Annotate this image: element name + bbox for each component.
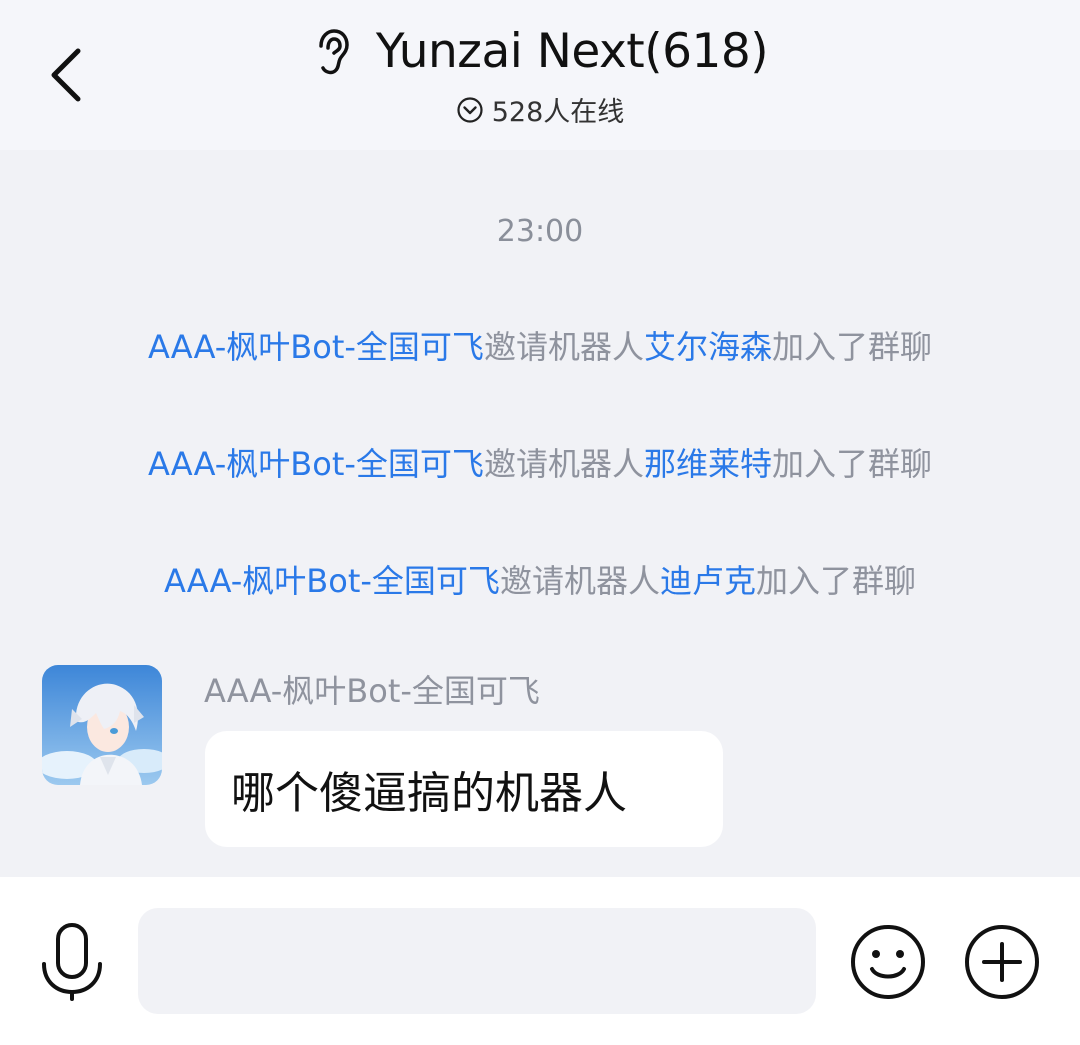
system-action-text: 邀请机器人 (483, 328, 644, 366)
plus-circle-icon (965, 925, 1039, 999)
system-result-text: 加入了群聊 (771, 328, 932, 366)
ear-icon (312, 27, 352, 77)
online-status[interactable]: 528人在线 (0, 90, 1080, 129)
plus-button[interactable] (962, 922, 1042, 1002)
invitee-link[interactable]: 那维莱特 (644, 445, 772, 483)
message-bubble[interactable]: 哪个傻逼搞的机器人 (205, 731, 723, 847)
chat-title: Yunzai Next(618) (375, 24, 769, 79)
system-message: AAA-枫叶Bot-全国可飞邀请机器人艾尔海森加入了群聊 (0, 322, 1080, 368)
chevron-down-circle-icon (457, 96, 483, 123)
voice-button[interactable] (32, 920, 112, 1004)
title-row[interactable]: Yunzai Next(618) (0, 24, 1080, 79)
system-message: AAA-枫叶Bot-全国可飞邀请机器人迪卢克加入了群聊 (0, 556, 1080, 602)
smiley-icon (851, 925, 925, 999)
inviter-link[interactable]: AAA-枫叶Bot-全国可飞 (164, 562, 500, 600)
invitee-link[interactable]: 迪卢克 (660, 562, 756, 600)
inviter-link[interactable]: AAA-枫叶Bot-全国可飞 (148, 328, 484, 366)
system-result-text: 加入了群聊 (771, 445, 932, 483)
emoji-button[interactable] (848, 922, 928, 1002)
system-result-text: 加入了群聊 (755, 562, 916, 600)
system-action-text: 邀请机器人 (499, 562, 660, 600)
message-text: 哪个傻逼搞的机器人 (231, 768, 627, 819)
sender-name[interactable]: AAA-枫叶Bot-全国可飞 (204, 666, 540, 712)
system-action-text: 邀请机器人 (483, 445, 644, 483)
system-message: AAA-枫叶Bot-全国可飞邀请机器人那维莱特加入了群聊 (0, 439, 1080, 485)
message-timestamp: 23:00 (496, 214, 584, 249)
microphone-icon (42, 923, 102, 1001)
sender-avatar[interactable] (42, 665, 162, 785)
message-input[interactable] (138, 908, 816, 1014)
inviter-link[interactable]: AAA-枫叶Bot-全国可飞 (148, 445, 484, 483)
online-count: 528人在线 (491, 97, 625, 128)
invitee-link[interactable]: 艾尔海森 (644, 328, 772, 366)
chat-header: Yunzai Next(618) 528人在线 (0, 0, 1080, 150)
